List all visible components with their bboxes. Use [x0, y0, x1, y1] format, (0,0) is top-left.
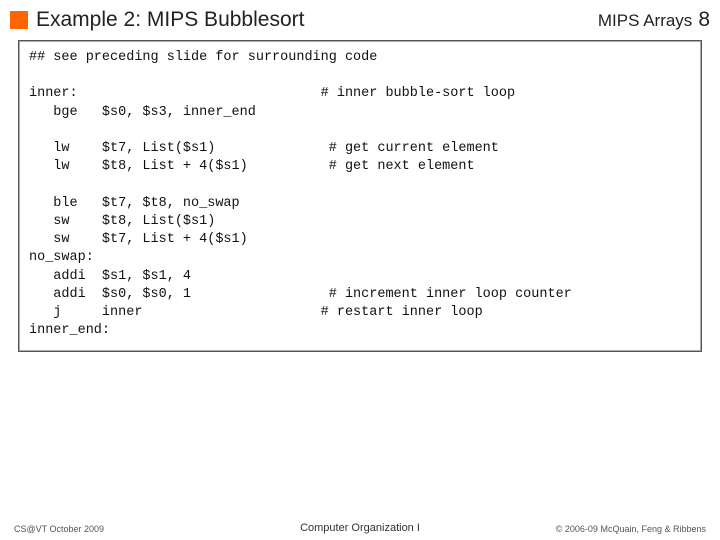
footer-left: CS@VT October 2009: [14, 524, 104, 534]
page-number: 8: [698, 8, 710, 31]
slide-header: Example 2: MIPS Bubblesort MIPS Arrays 8: [0, 0, 720, 38]
code-block: ## see preceding slide for surrounding c…: [29, 49, 691, 341]
code-container: ## see preceding slide for surrounding c…: [18, 40, 702, 352]
section-text: MIPS Arrays: [598, 11, 692, 30]
section-label: MIPS Arrays 8: [598, 8, 710, 32]
footer-center: Computer Organization I: [300, 522, 420, 534]
footer-right: © 2006-09 McQuain, Feng & Ribbens: [556, 524, 706, 534]
slide-footer: CS@VT October 2009 Computer Organization…: [0, 524, 720, 534]
slide-title: Example 2: MIPS Bubblesort: [36, 8, 598, 32]
accent-square-icon: [10, 11, 28, 29]
